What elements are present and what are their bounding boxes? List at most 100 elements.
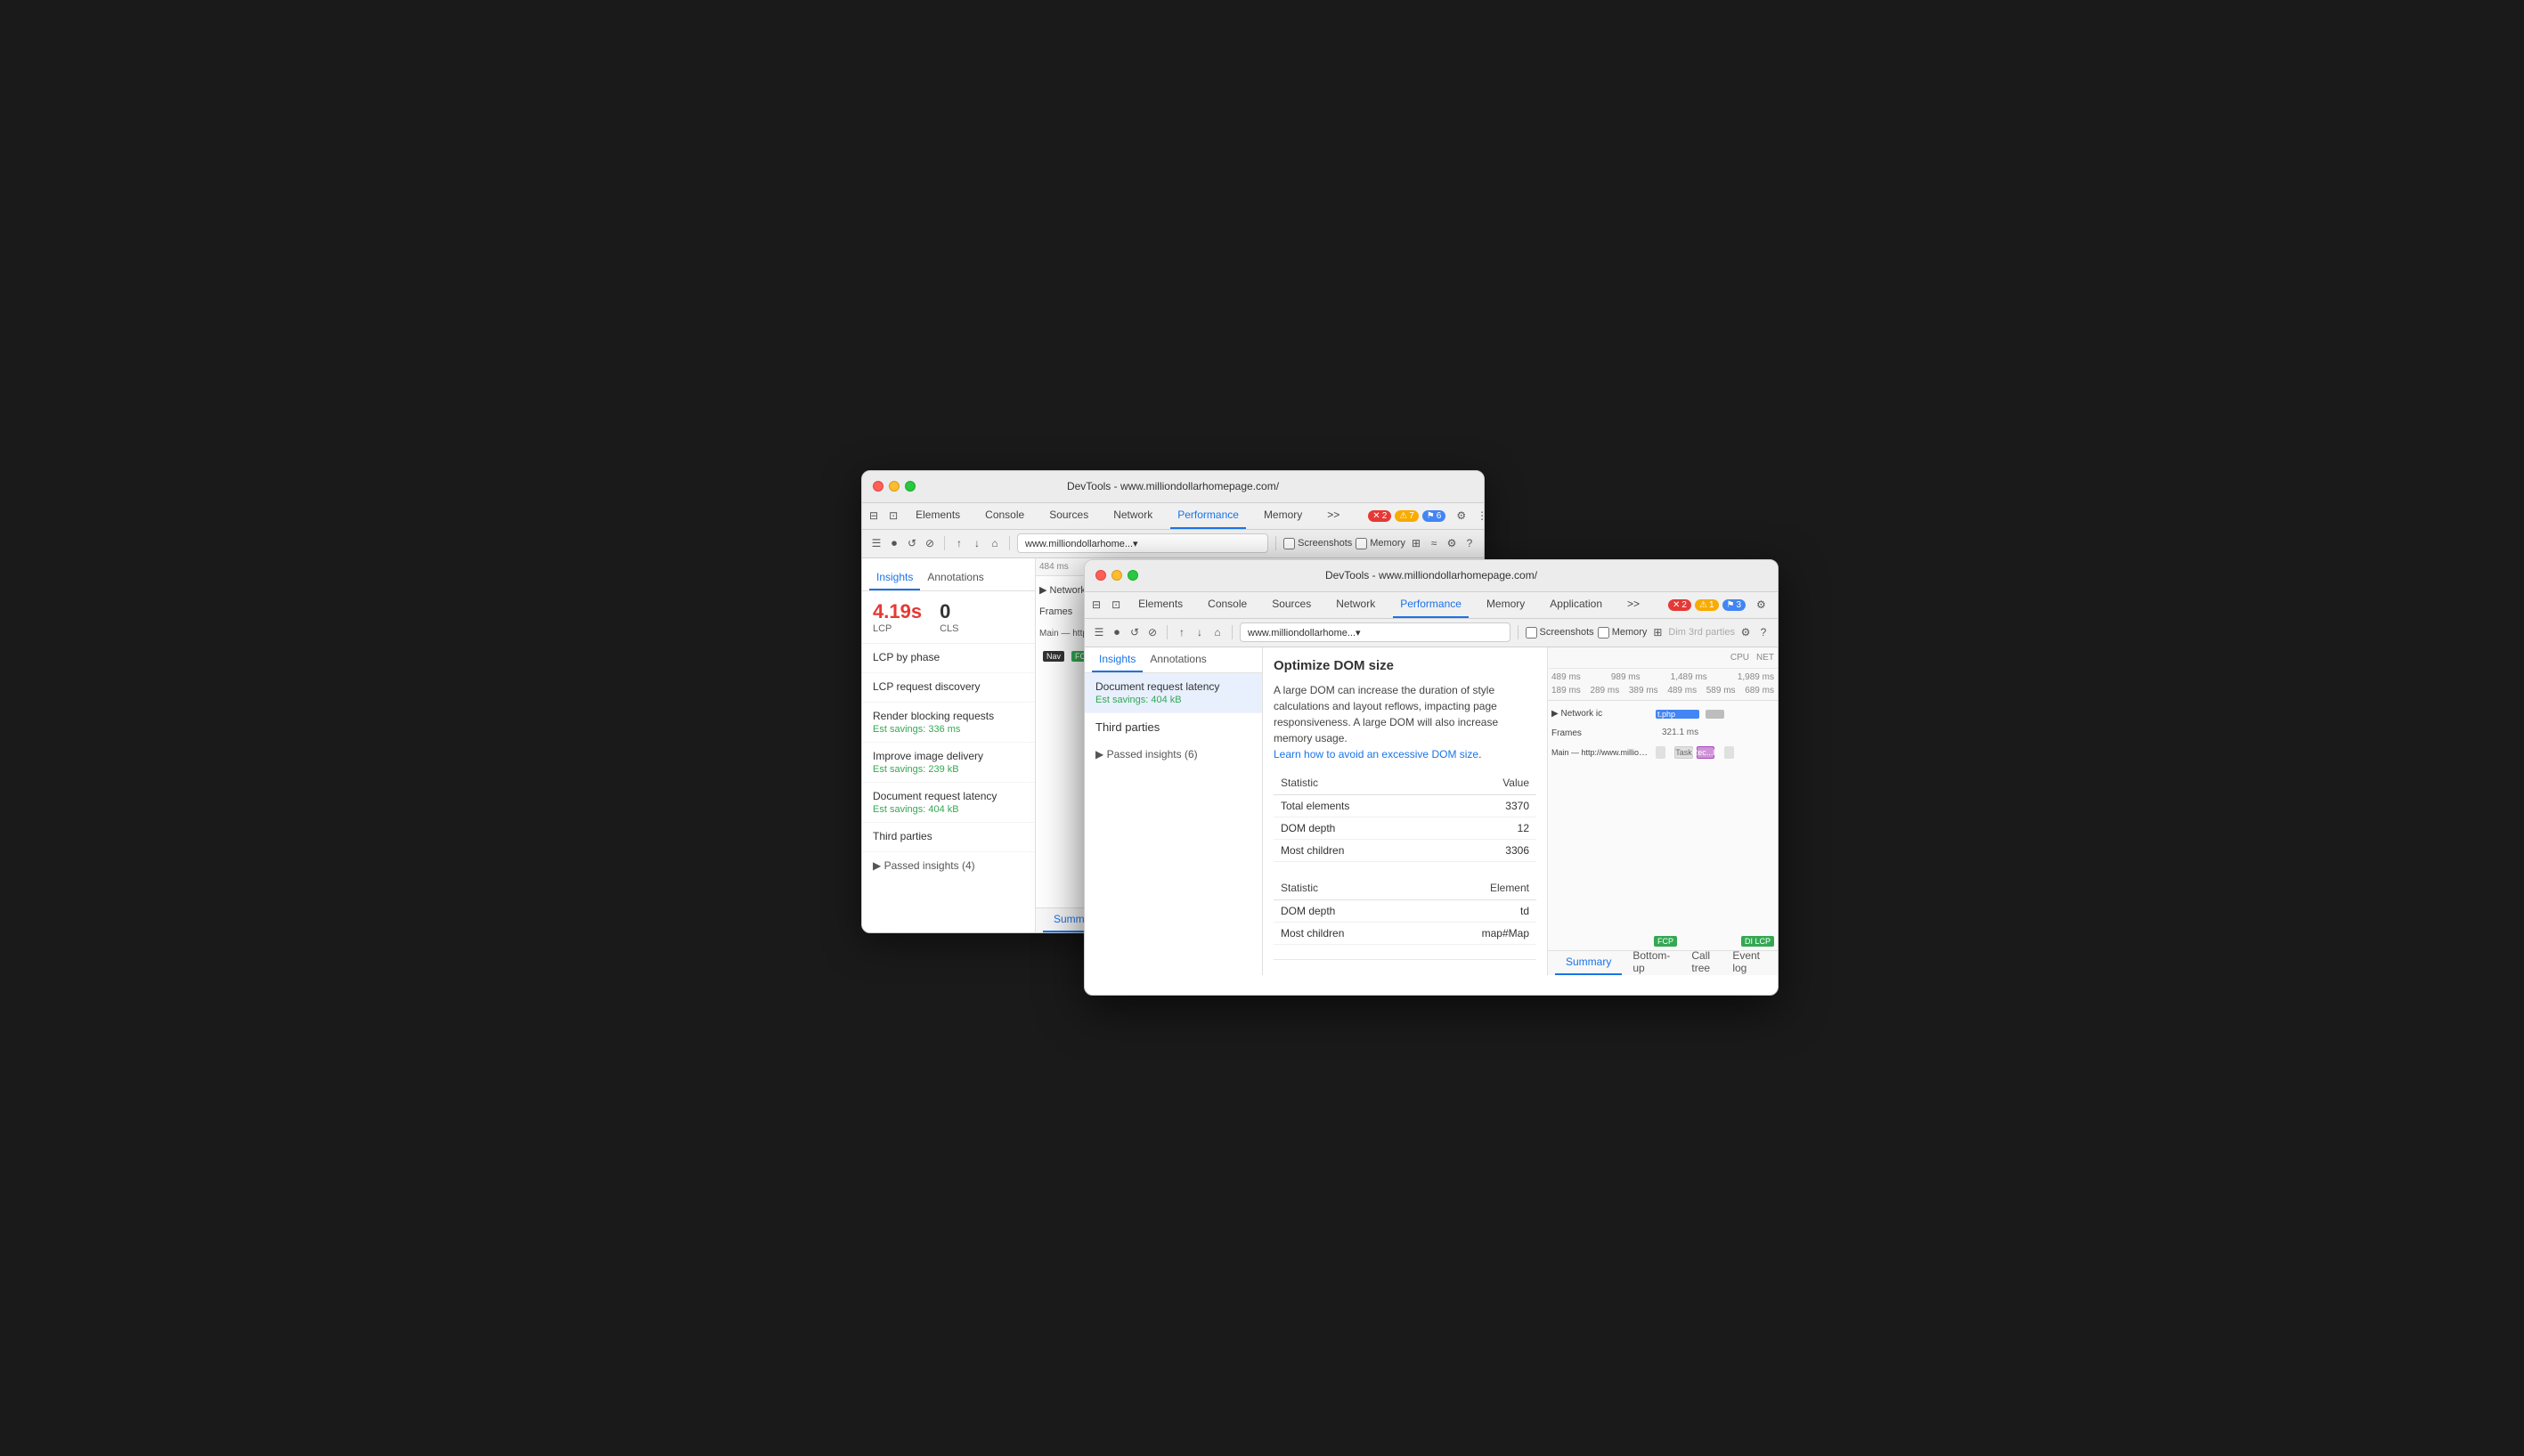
back-tab-memory[interactable]: Memory xyxy=(1257,503,1309,529)
front-optimize-dom-title: Optimize DOM size xyxy=(1274,658,1536,673)
back-minimize-button[interactable] xyxy=(889,481,900,492)
front-help-icon[interactable]: ? xyxy=(1756,625,1771,639)
back-tab-annotations[interactable]: Annotations xyxy=(920,565,990,590)
front-tab-memory[interactable]: Memory xyxy=(1479,592,1532,618)
front-info-badge: ⚑ 3 xyxy=(1722,599,1746,611)
back-toolbar-sep1 xyxy=(944,536,945,550)
front-content: Insights Annotations Document request la… xyxy=(1085,647,1778,975)
back-home-icon[interactable]: ⌂ xyxy=(988,536,1002,550)
front-clear-icon[interactable]: ⊘ xyxy=(1145,625,1160,639)
front-third-parties-item[interactable]: Third parties xyxy=(1085,713,1262,741)
back-insight-lcp-discovery[interactable]: LCP request discovery xyxy=(862,673,1035,703)
back-help-icon[interactable]: ? xyxy=(1462,536,1477,550)
back-download-icon[interactable]: ↓ xyxy=(970,536,984,550)
back-tab-network[interactable]: Network xyxy=(1106,503,1160,529)
front-more-icon[interactable]: ⋮ xyxy=(1777,598,1779,612)
back-refresh-icon[interactable]: ↺ xyxy=(905,536,919,550)
back-cpu-icon[interactable]: ⊞ xyxy=(1409,536,1423,550)
back-url-bar[interactable]: www.milliondollarhome...▾ xyxy=(1017,533,1268,553)
back-tab-more[interactable]: >> xyxy=(1320,503,1347,529)
back-insight-third-parties[interactable]: Third parties xyxy=(862,823,1035,852)
front-tab-sources[interactable]: Sources xyxy=(1265,592,1318,618)
front-net-label: NET xyxy=(1756,653,1774,663)
front-record-icon[interactable]: ⏺ xyxy=(1110,625,1124,639)
front-recle-bar: Rec...le xyxy=(1697,746,1714,759)
front-bottom-tab-bottomup[interactable]: Bottom-up xyxy=(1622,951,1681,975)
front-tab-console[interactable]: Console xyxy=(1201,592,1254,618)
front-main-bar1 xyxy=(1656,746,1665,759)
back-inspect-icon[interactable]: ⊡ xyxy=(889,508,898,523)
front-insight-third-parties[interactable]: Third parties xyxy=(1274,971,1536,975)
front-dom-size-link[interactable]: Learn how to avoid an excessive DOM size xyxy=(1274,748,1478,761)
back-clear-icon[interactable]: ⊘ xyxy=(923,536,937,550)
back-record-icon[interactable]: ⏺ xyxy=(887,536,901,550)
front-error-badge: ✕ 2 xyxy=(1668,599,1691,611)
back-settings-icon[interactable]: ⚙ xyxy=(1456,508,1466,523)
back-insight-render-blocking[interactable]: Render blocking requests Est savings: 33… xyxy=(862,703,1035,743)
front-url-bar[interactable]: www.milliondollarhome...▾ xyxy=(1240,622,1510,642)
back-insight-doc-latency[interactable]: Document request latency Est savings: 40… xyxy=(862,783,1035,823)
back-tab-sources[interactable]: Sources xyxy=(1042,503,1095,529)
front-sep2 xyxy=(1232,625,1233,639)
front-table1-depth-label: DOM depth xyxy=(1274,817,1450,839)
back-tab-elements[interactable]: Elements xyxy=(908,503,967,529)
front-settings2-icon[interactable]: ⚙ xyxy=(1738,625,1753,639)
front-timeline-tracks: ▶ Network ic t.php (c.statcounter.co... xyxy=(1548,701,1778,767)
front-settings-icon[interactable]: ⚙ xyxy=(1756,598,1766,612)
front-bottom-tab-calltree[interactable]: Call tree xyxy=(1681,951,1722,975)
back-tab-performance[interactable]: Performance xyxy=(1170,503,1246,529)
back-traffic-lights xyxy=(873,481,916,492)
front-insights-tab[interactable]: Insights xyxy=(1092,647,1143,672)
back-lcp-value: 4.19s xyxy=(873,600,922,623)
front-tab-network[interactable]: Network xyxy=(1329,592,1382,618)
back-throttle-icon[interactable]: ≈ xyxy=(1427,536,1441,550)
front-home-icon[interactable]: ⌂ xyxy=(1210,625,1225,639)
front-insight-doc-latency[interactable]: Document request latency Est savings: 40… xyxy=(1085,673,1262,713)
back-close-button[interactable] xyxy=(873,481,883,492)
back-badges: ✕ 2 ⚠ 7 ⚑ 6 xyxy=(1368,510,1445,522)
front-refresh-icon[interactable]: ↺ xyxy=(1128,625,1142,639)
front-tab-performance[interactable]: Performance xyxy=(1393,592,1469,618)
front-sidebar-icon[interactable]: ☰ xyxy=(1092,625,1106,639)
front-screenshots-checkbox[interactable] xyxy=(1526,627,1537,639)
back-dock-icon[interactable]: ⊟ xyxy=(869,508,878,523)
front-annotations-tab[interactable]: Annotations xyxy=(1143,647,1213,672)
back-settings2-icon[interactable]: ⚙ xyxy=(1445,536,1459,550)
back-upload-icon[interactable]: ↑ xyxy=(952,536,966,550)
front-table2-row2: Most children map#Map xyxy=(1274,922,1536,944)
back-screenshots-checkbox[interactable] xyxy=(1283,538,1295,549)
front-table2-row1: DOM depth td xyxy=(1274,899,1536,922)
front-dock-icon[interactable]: ⊟ xyxy=(1092,598,1101,612)
front-bottom-tab-eventlog[interactable]: Event log xyxy=(1722,951,1771,975)
front-maximize-button[interactable] xyxy=(1128,570,1138,581)
back-tab-console[interactable]: Console xyxy=(978,503,1031,529)
back-sidebar-icon[interactable]: ☰ xyxy=(869,536,883,550)
back-maximize-button[interactable] xyxy=(905,481,916,492)
front-cpu-icon[interactable]: ⊞ xyxy=(1650,625,1665,639)
screenshot-container: DevTools - www.milliondollarhomepage.com… xyxy=(861,470,1663,987)
back-more-icon[interactable]: ⋮ xyxy=(1477,508,1485,523)
back-perf-toolbar: ☰ ⏺ ↺ ⊘ ↑ ↓ ⌂ www.milliondollarhome...▾ … xyxy=(862,530,1484,558)
front-download-icon[interactable]: ↓ xyxy=(1193,625,1207,639)
front-cpu-net-header: CPU NET xyxy=(1548,647,1778,669)
front-main-row: Main — http://www.milliondollarhomepage.… xyxy=(1548,744,1778,763)
front-bottom-tab-summary[interactable]: Summary xyxy=(1555,951,1622,975)
back-tab-insights[interactable]: Insights xyxy=(869,565,920,590)
front-tab-application[interactable]: Application xyxy=(1543,592,1609,618)
back-passed-insights[interactable]: ▶ Passed insights (4) xyxy=(862,852,1035,879)
front-passed-insights[interactable]: ▶ Passed insights (6) xyxy=(1085,741,1262,768)
back-memory-checkbox[interactable] xyxy=(1356,538,1367,549)
back-insight-lcp-phase[interactable]: LCP by phase xyxy=(862,644,1035,673)
back-insight-image-delivery[interactable]: Improve image delivery Est savings: 239 … xyxy=(862,743,1035,783)
front-tab-more[interactable]: >> xyxy=(1620,592,1647,618)
front-upload-icon[interactable]: ↑ xyxy=(1175,625,1189,639)
back-lcp-label: LCP xyxy=(873,623,922,634)
front-minimize-button[interactable] xyxy=(1111,570,1122,581)
front-table1-row1: Total elements 3370 xyxy=(1274,794,1536,817)
front-network-bar1: t.php (c.statcounter.co... xyxy=(1656,710,1699,719)
front-close-button[interactable] xyxy=(1095,570,1106,581)
front-main-bar2 xyxy=(1724,746,1734,759)
front-inspect-icon[interactable]: ⊡ xyxy=(1111,598,1120,612)
front-tab-elements[interactable]: Elements xyxy=(1131,592,1190,618)
front-memory-checkbox[interactable] xyxy=(1598,627,1609,639)
